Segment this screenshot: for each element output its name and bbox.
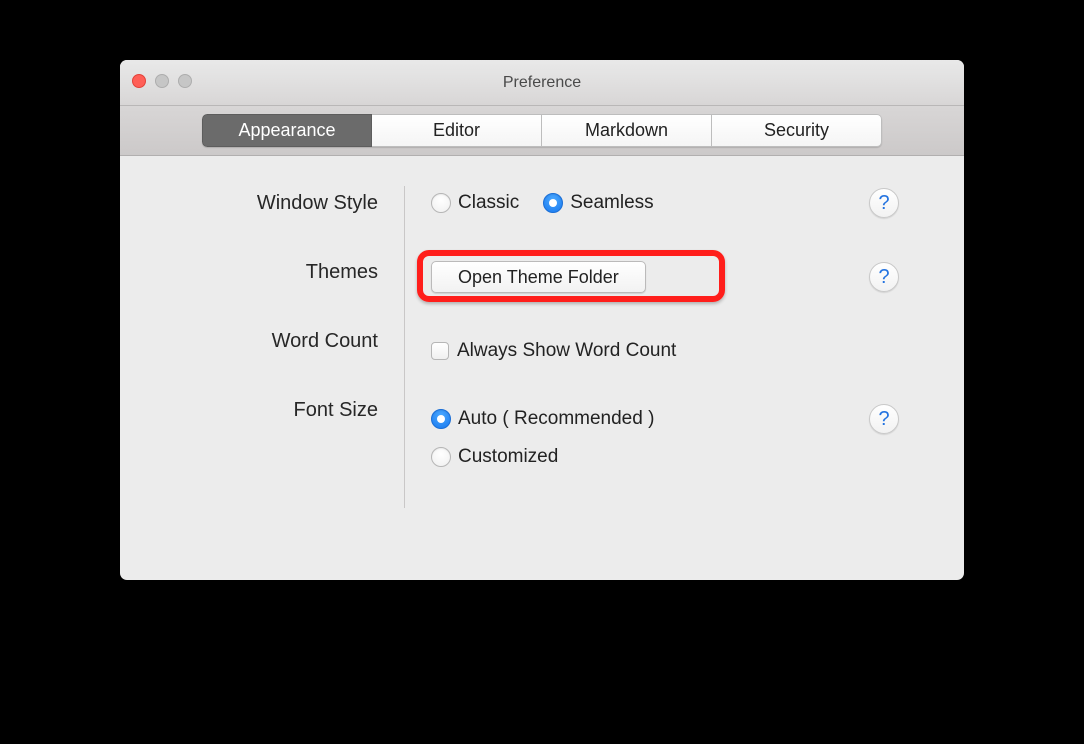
tab-security[interactable]: Security (712, 114, 882, 147)
tab-appearance[interactable]: Appearance (202, 114, 372, 147)
traffic-lights (132, 74, 192, 88)
font-size-customized-radio[interactable]: Customized (431, 446, 558, 468)
toolbar: Appearance Editor Markdown Security (120, 106, 964, 156)
checkbox-icon (431, 342, 449, 360)
open-theme-folder-button[interactable]: Open Theme Folder (431, 261, 646, 293)
preferences-window: Preference Appearance Editor Markdown Se… (120, 60, 964, 580)
maximize-window-button[interactable] (178, 74, 192, 88)
tab-editor[interactable]: Editor (372, 114, 542, 147)
content-area: Window Style Themes Word Count Font Size… (120, 156, 964, 538)
radio-label: Customized (458, 446, 558, 468)
font-size-label: Font Size (294, 399, 378, 422)
checkbox-label: Always Show Word Count (457, 340, 676, 362)
radio-label: Auto ( Recommended ) (458, 408, 654, 430)
themes-label: Themes (306, 261, 378, 284)
labels-column: Window Style Themes Word Count Font Size (160, 186, 405, 508)
tabs-segmented-control: Appearance Editor Markdown Security (202, 114, 882, 147)
window-style-row: Classic Seamless ? (431, 186, 924, 220)
radio-icon (431, 447, 451, 467)
titlebar[interactable]: Preference (120, 60, 964, 106)
radio-label: Seamless (570, 192, 653, 214)
window-title: Preference (503, 74, 581, 92)
radio-icon (431, 409, 451, 429)
close-window-button[interactable] (132, 74, 146, 88)
radio-icon (431, 193, 451, 213)
window-style-seamless-radio[interactable]: Seamless (543, 192, 653, 214)
controls-column: Classic Seamless ? Open Theme Folder ? A (405, 186, 924, 508)
font-size-auto-radio[interactable]: Auto ( Recommended ) (431, 408, 654, 430)
tab-markdown[interactable]: Markdown (542, 114, 712, 147)
font-size-row: Auto ( Recommended ) ? Customized (431, 408, 924, 468)
always-show-word-count-checkbox[interactable]: Always Show Word Count (431, 340, 676, 362)
minimize-window-button[interactable] (155, 74, 169, 88)
word-count-row: Always Show Word Count (431, 334, 924, 368)
word-count-label: Word Count (272, 330, 378, 353)
window-style-label: Window Style (257, 192, 378, 215)
window-style-radio-group: Classic Seamless (431, 192, 654, 214)
radio-icon (543, 193, 563, 213)
radio-label: Classic (458, 192, 519, 214)
window-style-help-button[interactable]: ? (869, 188, 899, 218)
themes-help-button[interactable]: ? (869, 262, 899, 292)
window-style-classic-radio[interactable]: Classic (431, 192, 519, 214)
themes-row: Open Theme Folder ? (431, 260, 924, 294)
font-size-help-button[interactable]: ? (869, 404, 899, 434)
